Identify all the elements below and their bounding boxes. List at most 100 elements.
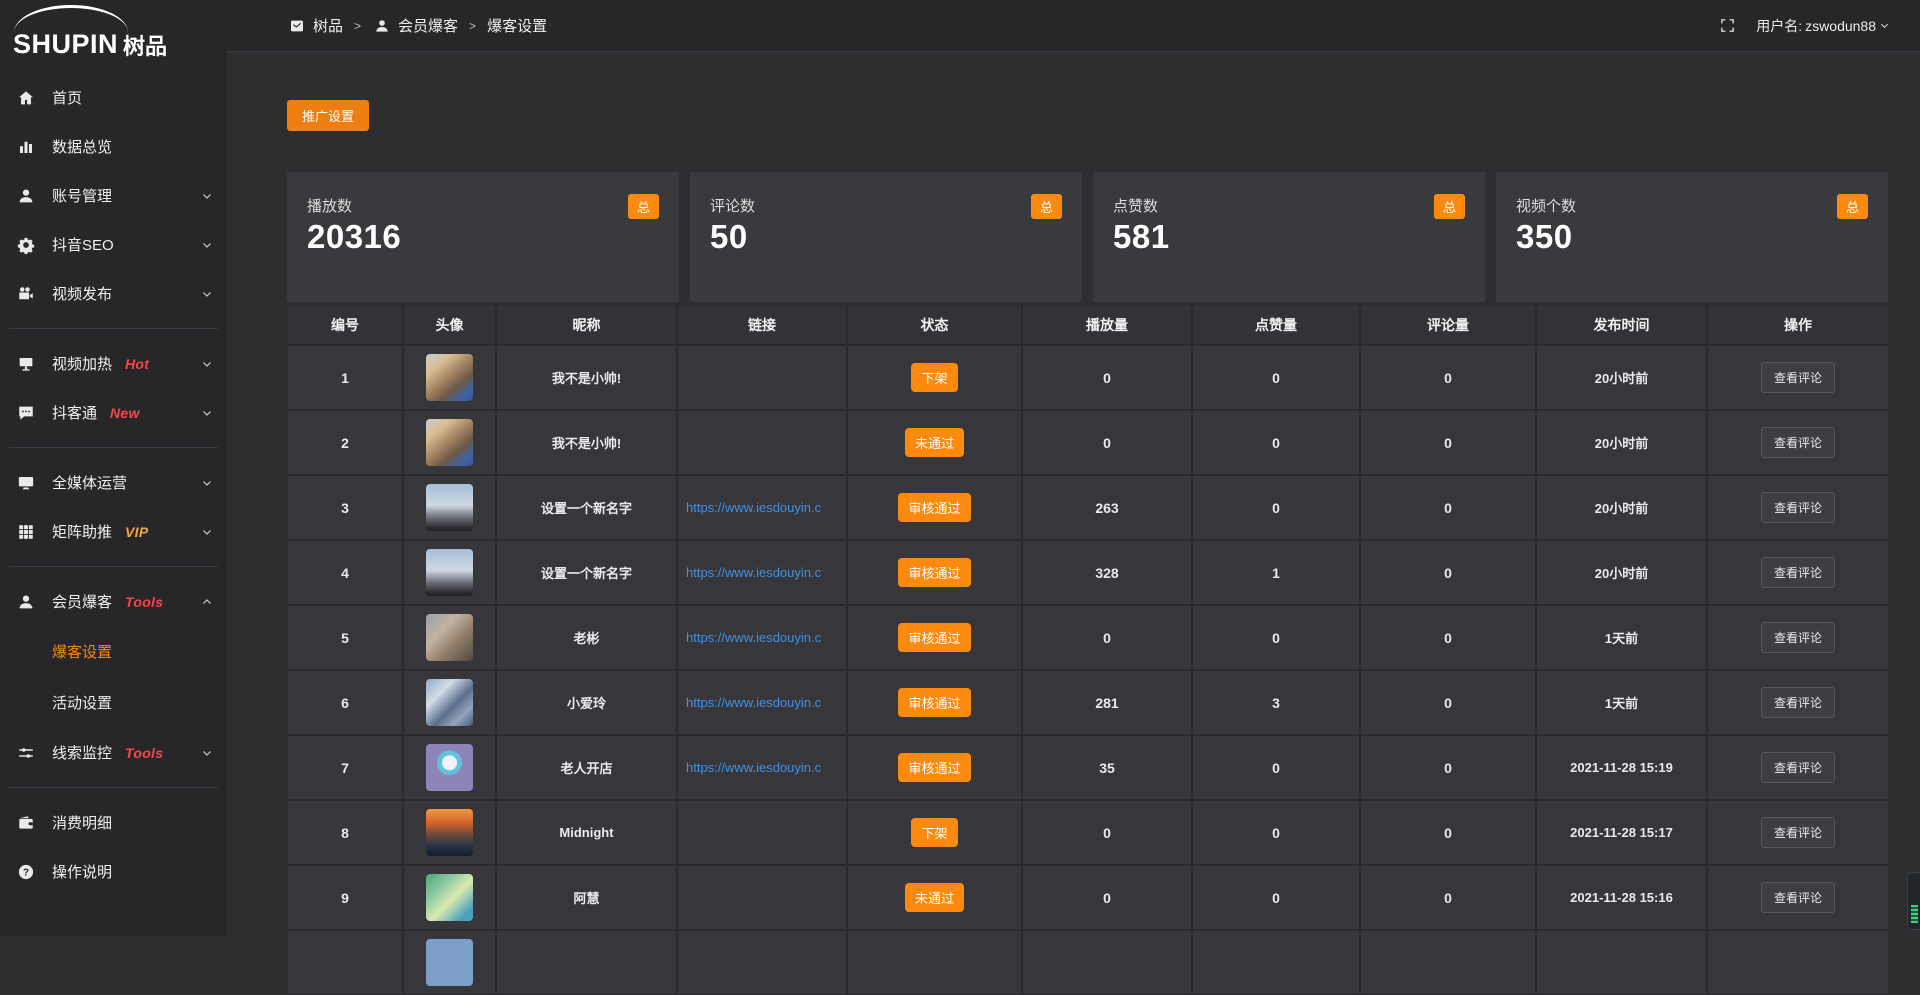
breadcrumb-item-2[interactable]: 会员爆客 xyxy=(372,15,458,36)
breadcrumb-item-label: 爆客设置 xyxy=(487,15,547,36)
avatar xyxy=(426,939,473,986)
cell-link: https://www.iesdouyin.c xyxy=(678,606,846,669)
cell-id: 2 xyxy=(288,411,402,474)
cell-status: 下架 xyxy=(848,801,1021,864)
cell-plays: 0 xyxy=(1023,801,1191,864)
sidebar-item-4[interactable]: 抖音SEO xyxy=(0,220,227,269)
view-comments-button[interactable]: 查看评论 xyxy=(1761,427,1835,458)
cell-avatar xyxy=(404,671,495,734)
avatar xyxy=(426,354,473,401)
view-comments-button[interactable]: 查看评论 xyxy=(1761,817,1835,848)
cell-link: https://www.iesdouyin.c xyxy=(678,541,846,604)
cell-id: 3 xyxy=(288,476,402,539)
cell-status: 审核通过 xyxy=(848,606,1021,669)
cell-publish-time: 2021-11-28 15:19 xyxy=(1537,736,1706,799)
cell-avatar xyxy=(404,736,495,799)
cell-nickname: 阿慧 xyxy=(497,866,676,929)
cell-likes: 0 xyxy=(1193,346,1359,409)
video-link[interactable]: https://www.iesdouyin.c xyxy=(686,565,821,580)
sidebar-subitem-label: 活动设置 xyxy=(52,692,112,713)
view-comments-button[interactable]: 查看评论 xyxy=(1761,687,1835,718)
sidebar-item-label: 消费明细 xyxy=(52,812,112,833)
stat-card-label: 点赞数 xyxy=(1113,195,1465,216)
status-badge: 审核通过 xyxy=(898,753,970,782)
sidebar-item-label: 数据总览 xyxy=(52,136,112,157)
sidebar-item-10[interactable]: 会员爆客Tools xyxy=(0,577,227,626)
screen-icon xyxy=(16,354,36,374)
video-link[interactable]: https://www.iesdouyin.c xyxy=(686,630,821,645)
cell-actions: 查看评论 xyxy=(1708,346,1888,409)
chevron-up-icon xyxy=(201,596,213,608)
column-header: 播放量 xyxy=(1023,306,1191,344)
cell-status: 未通过 xyxy=(848,411,1021,474)
cell-nickname: 我不是小帅! xyxy=(497,411,676,474)
status-badge: 审核通过 xyxy=(898,623,970,652)
cell-publish-time: 2021-11-28 15:16 xyxy=(1537,866,1706,929)
cell-id: 5 xyxy=(288,606,402,669)
total-badge: 总 xyxy=(628,194,659,219)
help-icon: ? xyxy=(16,862,36,882)
stat-card-3: 点赞数581总 xyxy=(1093,172,1485,302)
sidebar-item-8[interactable]: 全媒体运营 xyxy=(0,458,227,507)
status-badge: 审核通过 xyxy=(898,688,970,717)
sidebar-item-label: 首页 xyxy=(52,87,82,108)
cell-id: 1 xyxy=(288,346,402,409)
cell-publish-time xyxy=(1537,931,1706,994)
cell-publish-time: 1天前 xyxy=(1537,606,1706,669)
breadcrumb: 树品>会员爆客>爆客设置 xyxy=(287,15,547,36)
view-comments-button[interactable]: 查看评论 xyxy=(1761,882,1835,913)
home-icon xyxy=(16,88,36,108)
cell-likes: 3 xyxy=(1193,671,1359,734)
sidebar-item-13[interactable]: ?操作说明 xyxy=(0,847,227,896)
sidebar-item-2[interactable]: 数据总览 xyxy=(0,122,227,171)
status-badge: 下架 xyxy=(911,818,957,847)
sidebar-item-label: 抖音SEO xyxy=(52,234,114,255)
chevron-down-icon xyxy=(201,358,213,370)
view-comments-button[interactable]: 查看评论 xyxy=(1761,622,1835,653)
chevron-down-icon xyxy=(201,288,213,300)
sidebar-item-9[interactable]: 矩阵助推VIP xyxy=(0,507,227,556)
cell-plays: 0 xyxy=(1023,411,1191,474)
view-comments-button[interactable]: 查看评论 xyxy=(1761,557,1835,588)
sidebar-item-label: 线索监控 xyxy=(52,742,112,763)
sidebar-item-11[interactable]: 线索监控Tools xyxy=(0,728,227,777)
sidebar-item-7[interactable]: 抖客通New xyxy=(0,388,227,437)
cell-link xyxy=(678,346,846,409)
view-comments-button[interactable]: 查看评论 xyxy=(1761,752,1835,783)
video-link[interactable]: https://www.iesdouyin.c xyxy=(686,760,821,775)
column-header: 发布时间 xyxy=(1537,306,1706,344)
cell-comments: 0 xyxy=(1361,541,1535,604)
cell-publish-time: 20小时前 xyxy=(1537,541,1706,604)
view-comments-button[interactable]: 查看评论 xyxy=(1761,492,1835,523)
fullscreen-icon[interactable] xyxy=(1719,17,1736,34)
sidebar-item-5[interactable]: 视频发布 xyxy=(0,269,227,318)
user-menu[interactable]: 用户名: zswodun88 xyxy=(1756,16,1890,36)
app-logo[interactable]: SHUPIN 树品 xyxy=(0,0,227,61)
cell-publish-time: 1天前 xyxy=(1537,671,1706,734)
cell-likes: 0 xyxy=(1193,866,1359,929)
grid-icon xyxy=(16,522,36,542)
cell-link: https://www.iesdouyin.c xyxy=(678,736,846,799)
status-badge: 未通过 xyxy=(905,428,964,457)
gear-icon xyxy=(16,235,36,255)
logo-arc-decoration xyxy=(14,5,128,38)
cell-avatar xyxy=(404,606,495,669)
sidebar-subitem-2[interactable]: 活动设置 xyxy=(0,677,227,728)
sidebar-item-6[interactable]: 视频加热Hot xyxy=(0,339,227,388)
column-header: 评论量 xyxy=(1361,306,1535,344)
breadcrumb-item-3[interactable]: 爆客设置 xyxy=(487,15,547,36)
sidebar-item-1[interactable]: 首页 xyxy=(0,73,227,122)
view-comments-button[interactable]: 查看评论 xyxy=(1761,362,1835,393)
cell-status: 审核通过 xyxy=(848,541,1021,604)
cell-link xyxy=(678,931,846,994)
sidebar-item-3[interactable]: 账号管理 xyxy=(0,171,227,220)
floating-widget[interactable] xyxy=(1907,872,1920,930)
cell-comments: 0 xyxy=(1361,671,1535,734)
breadcrumb-item-1[interactable]: 树品 xyxy=(287,15,343,36)
promo-settings-button[interactable]: 推广设置 xyxy=(287,100,369,131)
sidebar-item-12[interactable]: 消费明细 xyxy=(0,798,227,847)
sidebar-subitem-1[interactable]: 爆客设置 xyxy=(0,626,227,677)
sidebar-item-badge: Hot xyxy=(125,356,149,372)
video-link[interactable]: https://www.iesdouyin.c xyxy=(686,500,821,515)
video-link[interactable]: https://www.iesdouyin.c xyxy=(686,695,821,710)
